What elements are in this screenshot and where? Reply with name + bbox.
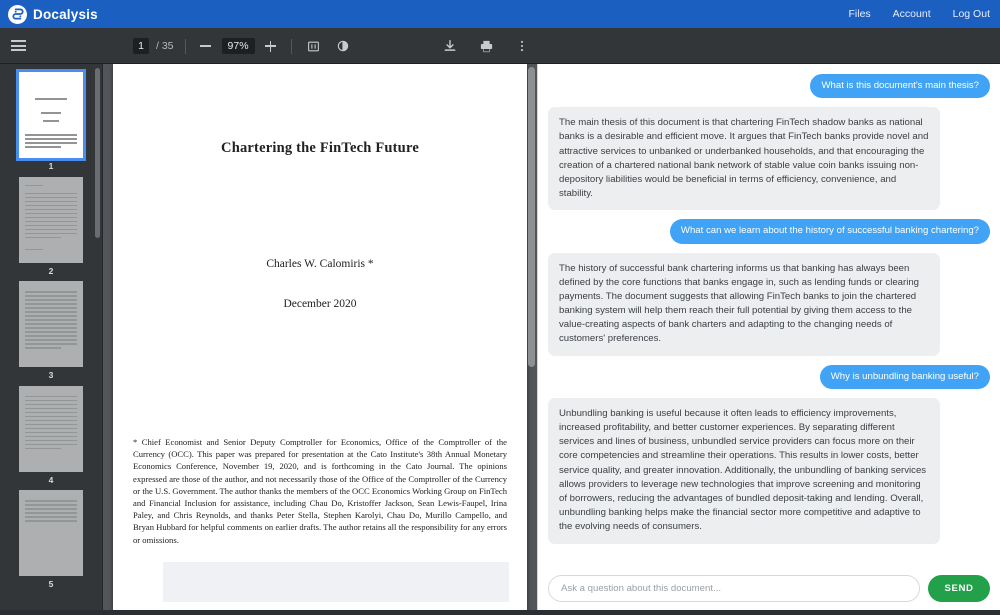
rotate-button[interactable] <box>332 28 354 64</box>
nav-link-account[interactable]: Account <box>893 8 931 20</box>
sidebar-toggle-button[interactable] <box>0 28 36 64</box>
print-icon <box>480 40 492 52</box>
chat-message-assistant: Unbundling banking is useful because it … <box>548 397 940 544</box>
chat-message-user: Why is unbundling banking useful? <box>819 364 990 389</box>
document-date: December 2020 <box>283 298 357 310</box>
thumbnail-item[interactable]: 4 <box>19 385 83 485</box>
main-content: 1 2 3 4 5 Chartering the FinTech Future … <box>0 64 1000 615</box>
thumbnail-number: 5 <box>48 579 54 589</box>
pdf-viewer[interactable]: Chartering the FinTech Future Charles W.… <box>103 64 537 615</box>
zoom-out-button[interactable] <box>197 37 215 55</box>
toolbar-center-controls: 1 / 35 97% <box>133 28 354 64</box>
thumbnail-scrollbar[interactable] <box>95 68 100 238</box>
nav-link-files[interactable]: Files <box>849 8 871 20</box>
rotate-icon <box>337 40 348 52</box>
thumbnail-number: 1 <box>48 161 54 171</box>
download-icon <box>444 40 456 51</box>
hamburger-menu-icon <box>10 40 26 51</box>
thumbnail-page-1[interactable] <box>16 69 86 161</box>
fit-page-icon <box>308 41 319 51</box>
top-nav-links: Files Account Log Out <box>849 0 991 28</box>
fit-page-button[interactable] <box>303 28 325 64</box>
thumbnail-item[interactable]: 5 <box>19 490 83 589</box>
chat-message-user: What can we learn about the history of s… <box>669 219 990 244</box>
viewer-scrollbar[interactable] <box>528 67 535 367</box>
send-button[interactable]: SEND <box>928 574 990 602</box>
chat-message-assistant: The history of successful bank charterin… <box>548 252 940 356</box>
thumbnail-page-3[interactable] <box>19 281 83 367</box>
document-author: Charles W. Calomiris * <box>266 258 374 270</box>
more-options-button[interactable] <box>504 28 540 64</box>
zoom-level-value[interactable]: 97% <box>221 37 255 55</box>
document-highlight-block <box>163 562 509 602</box>
thumbnail-item[interactable]: 3 <box>19 281 83 380</box>
thumbnail-page-5[interactable] <box>19 490 83 576</box>
top-navigation-bar: Docalysis Files Account Log Out <box>0 0 1000 28</box>
document-footnote: * Chief Economist and Senior Deputy Comp… <box>133 437 507 545</box>
thumbnail-number: 4 <box>48 474 54 485</box>
toolbar-divider-2 <box>290 38 292 54</box>
more-vertical-icon <box>520 40 524 52</box>
zoom-in-button[interactable] <box>262 37 280 55</box>
toolbar-right-controls <box>432 28 1000 64</box>
thumbnail-sidebar[interactable]: 1 2 3 4 5 <box>0 64 103 615</box>
chat-message-list[interactable]: What is this document's main thesis? The… <box>538 64 1000 569</box>
current-page-input[interactable]: 1 <box>133 37 149 55</box>
toolbar-divider <box>184 38 186 54</box>
download-button[interactable] <box>432 28 468 64</box>
docalysis-logo-icon <box>8 4 27 24</box>
total-pages-label: / 35 <box>156 40 174 52</box>
thumbnail-item[interactable]: 2 <box>19 176 83 276</box>
thumbnail-number: 3 <box>48 370 54 380</box>
chat-input-row: SEND <box>538 569 1000 615</box>
brand-name: Docalysis <box>33 6 98 22</box>
thumbnail-number: 2 <box>48 265 54 276</box>
document-title: Chartering the FinTech Future <box>221 140 419 156</box>
print-button[interactable] <box>468 28 504 64</box>
pdf-toolbar: 1 / 35 97% <box>0 28 1000 64</box>
thumbnail-item[interactable]: 1 <box>16 69 86 171</box>
nav-link-logout[interactable]: Log Out <box>953 8 990 20</box>
chat-message-assistant: The main thesis of this document is that… <box>548 107 940 211</box>
chat-question-input[interactable] <box>548 574 920 602</box>
brand-home-link[interactable]: Docalysis <box>0 4 98 24</box>
chat-panel: What is this document's main thesis? The… <box>537 64 1000 615</box>
bottom-edge-strip <box>0 610 1000 615</box>
chat-message-user: What is this document's main thesis? <box>810 74 990 99</box>
pdf-page: Chartering the FinTech Future Charles W.… <box>113 64 527 615</box>
thumbnail-page-4[interactable] <box>19 385 83 472</box>
thumbnail-page-2[interactable] <box>19 176 83 263</box>
thumbnail-list: 1 2 3 4 5 <box>0 64 102 595</box>
